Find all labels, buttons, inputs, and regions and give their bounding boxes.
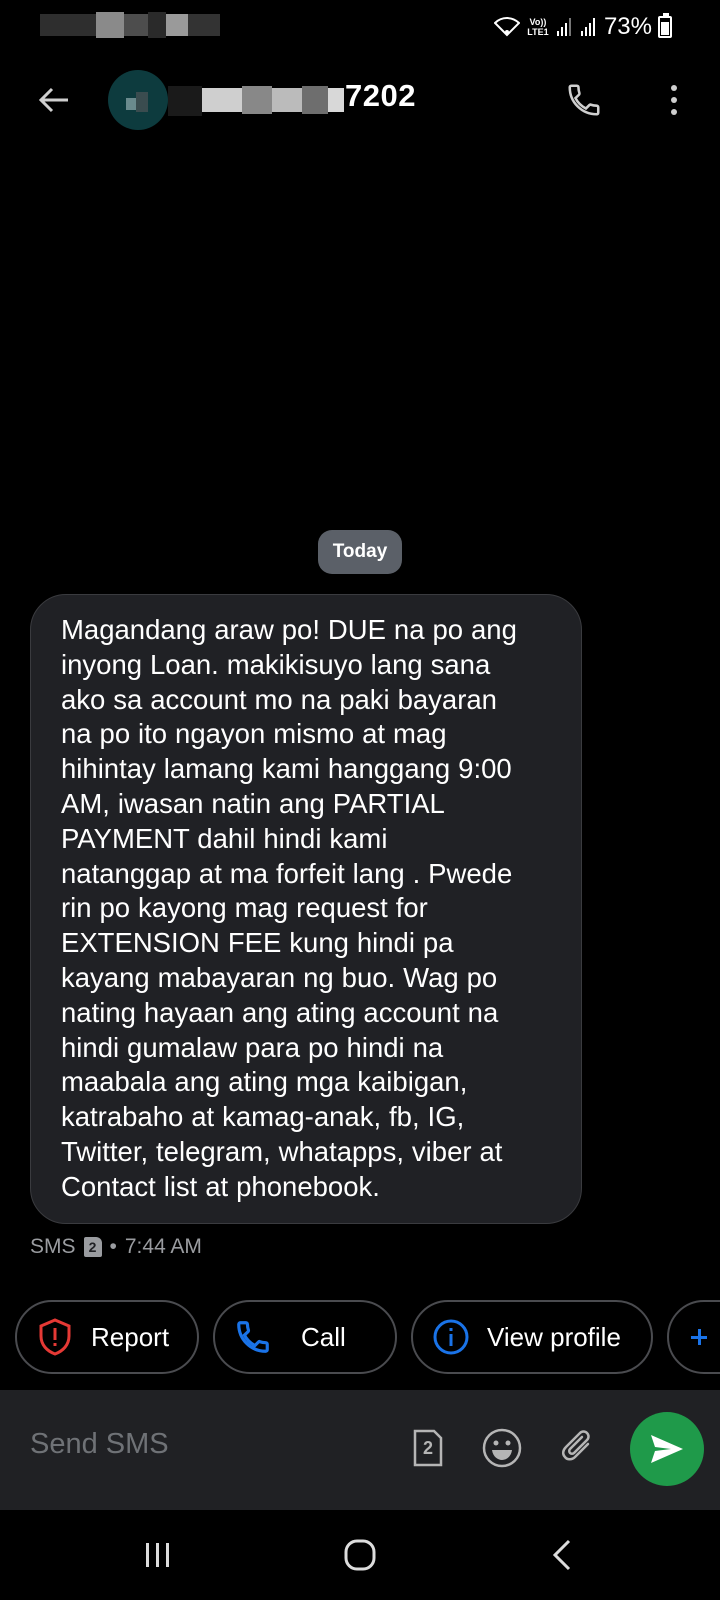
add-icon xyxy=(679,1317,719,1357)
message-line: na po ito ngayon mismo at mag xyxy=(61,718,447,750)
date-divider: Today xyxy=(318,530,402,574)
message-line: Contact list at phonebook. xyxy=(61,1170,380,1202)
sim-select-icon[interactable]: 2 xyxy=(402,1422,454,1474)
more-actions-chip[interactable] xyxy=(667,1300,720,1374)
report-label: Report xyxy=(91,1321,170,1352)
system-navigation-bar xyxy=(0,1510,720,1600)
message-line: EXTENSION FEE kung hindi pa xyxy=(61,927,454,959)
message-line: Magandang araw po! DUE na po ang xyxy=(61,614,517,645)
sim-number: 2 xyxy=(422,1437,433,1458)
view-profile-label: View profile xyxy=(487,1321,621,1352)
message-line: inyong Loan. makikisuyo lang sana xyxy=(61,648,491,680)
conversation-header: 7202 xyxy=(0,60,720,140)
message-line: AM, iwasan natin ang PARTIAL xyxy=(61,787,445,819)
message-input[interactable]: Send SMS xyxy=(30,1428,169,1461)
message-line: hindi gumalaw para po hindi na xyxy=(61,1031,444,1063)
wifi-icon xyxy=(493,17,520,37)
message-line: hihintay lamang kami hanggang 9:00 xyxy=(61,753,512,785)
battery-icon xyxy=(658,13,672,38)
sim-card-icon: 2 xyxy=(83,1237,102,1257)
info-icon xyxy=(431,1317,471,1357)
send-button[interactable] xyxy=(630,1412,704,1486)
message-line: kayang mabayaran ng buo. Wag po xyxy=(61,961,498,993)
message-line: PAYMENT dahil hindi kami xyxy=(61,822,388,854)
compose-bar: Send SMS 2 xyxy=(0,1390,720,1510)
contact-number-suffix[interactable]: 7202 xyxy=(345,78,416,114)
recent-apps-icon[interactable] xyxy=(128,1530,188,1580)
network-type-label: Vo)) LTE1 xyxy=(527,17,549,37)
back-nav-icon[interactable] xyxy=(532,1530,592,1580)
message-line: Twitter, telegram, whatapps, viber at xyxy=(61,1135,503,1167)
message-line: katrabaho at kamag-anak, fb, IG, xyxy=(61,1101,465,1133)
message-type-label: SMS xyxy=(30,1235,76,1258)
battery-percent: 73% xyxy=(603,13,652,40)
message-line: rin po kayong mag request for xyxy=(61,892,428,924)
send-icon xyxy=(651,1435,683,1463)
signal-icon-sim2 xyxy=(580,18,595,36)
shield-alert-icon xyxy=(35,1317,75,1357)
report-button[interactable]: Report xyxy=(15,1300,199,1374)
phone-icon[interactable] xyxy=(560,76,608,124)
message-line: ako sa account mo na paki bayaran xyxy=(61,683,497,715)
suggestion-chips: Report Call View profile xyxy=(15,1300,720,1376)
call-label: Call xyxy=(301,1321,346,1352)
contact-avatar[interactable] xyxy=(108,70,168,130)
back-arrow-icon[interactable] xyxy=(32,78,76,122)
view-profile-button[interactable]: View profile xyxy=(411,1300,653,1374)
emoji-icon[interactable] xyxy=(476,1422,528,1474)
message-line: nating hayaan ang ating account na xyxy=(61,996,499,1028)
signal-icon-sim1 xyxy=(556,18,571,36)
phone-icon xyxy=(233,1317,273,1357)
message-meta: SMS 2 • 7:44 AM xyxy=(30,1232,202,1262)
message-time: 7:44 AM xyxy=(124,1235,202,1258)
call-button[interactable]: Call xyxy=(213,1300,397,1374)
meta-separator: • xyxy=(109,1235,117,1258)
incoming-message-bubble[interactable]: Magandang araw po! DUE na po ang inyong L… xyxy=(30,594,582,1224)
home-icon[interactable] xyxy=(330,1530,390,1580)
message-line: natanggap at ma forfeit lang . Pwede xyxy=(61,857,513,889)
more-vert-icon[interactable] xyxy=(650,76,698,124)
message-line: maabala ang ating mga kaibigan, xyxy=(61,1066,468,1098)
attach-icon[interactable] xyxy=(552,1422,604,1474)
message-text: Magandang araw po! DUE na po ang inyong L… xyxy=(61,613,555,1205)
